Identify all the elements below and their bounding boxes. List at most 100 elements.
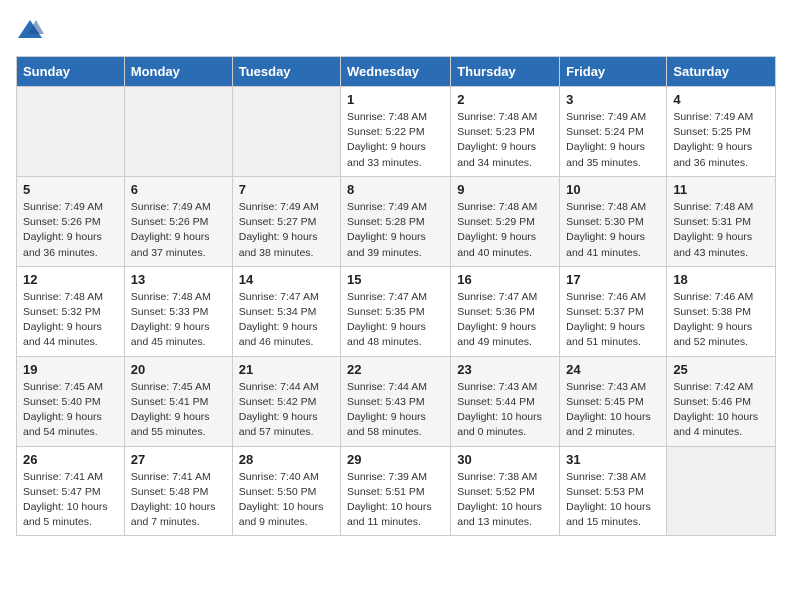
calendar-day-cell: 11 Sunrise: 7:48 AM Sunset: 5:31 PM Dayli… (667, 176, 776, 266)
calendar-day-cell: 5 Sunrise: 7:49 AM Sunset: 5:26 PM Daylig… (17, 176, 125, 266)
day-info: Sunrise: 7:49 AM Sunset: 5:26 PM Dayligh… (23, 200, 118, 261)
day-info: Sunrise: 7:48 AM Sunset: 5:23 PM Dayligh… (457, 110, 553, 171)
day-info: Sunrise: 7:45 AM Sunset: 5:40 PM Dayligh… (23, 380, 118, 441)
day-info: Sunrise: 7:49 AM Sunset: 5:25 PM Dayligh… (673, 110, 769, 171)
calendar-day-cell: 13 Sunrise: 7:48 AM Sunset: 5:33 PM Dayli… (124, 266, 232, 356)
day-number: 9 (457, 182, 553, 197)
weekday-header-cell: Friday (560, 57, 667, 87)
day-number: 27 (131, 452, 226, 467)
logo-icon (16, 16, 44, 44)
day-number: 4 (673, 92, 769, 107)
day-info: Sunrise: 7:38 AM Sunset: 5:52 PM Dayligh… (457, 470, 553, 531)
day-info: Sunrise: 7:49 AM Sunset: 5:24 PM Dayligh… (566, 110, 660, 171)
day-info: Sunrise: 7:45 AM Sunset: 5:41 PM Dayligh… (131, 380, 226, 441)
calendar-day-cell: 12 Sunrise: 7:48 AM Sunset: 5:32 PM Dayli… (17, 266, 125, 356)
day-number: 1 (347, 92, 444, 107)
day-number: 24 (566, 362, 660, 377)
day-number: 26 (23, 452, 118, 467)
calendar-week-row: 12 Sunrise: 7:48 AM Sunset: 5:32 PM Dayli… (17, 266, 776, 356)
day-info: Sunrise: 7:47 AM Sunset: 5:36 PM Dayligh… (457, 290, 553, 351)
day-info: Sunrise: 7:44 AM Sunset: 5:43 PM Dayligh… (347, 380, 444, 441)
calendar-body: 1 Sunrise: 7:48 AM Sunset: 5:22 PM Daylig… (17, 87, 776, 536)
calendar-day-cell: 2 Sunrise: 7:48 AM Sunset: 5:23 PM Daylig… (451, 87, 560, 177)
day-number: 2 (457, 92, 553, 107)
day-info: Sunrise: 7:49 AM Sunset: 5:27 PM Dayligh… (239, 200, 334, 261)
weekday-header-cell: Wednesday (341, 57, 451, 87)
calendar-day-cell: 3 Sunrise: 7:49 AM Sunset: 5:24 PM Daylig… (560, 87, 667, 177)
calendar-day-cell: 18Sunrise: 7:46 AM Sunset: 5:38 PM Dayli… (667, 266, 776, 356)
day-number: 5 (23, 182, 118, 197)
calendar-day-cell: 7 Sunrise: 7:49 AM Sunset: 5:27 PM Daylig… (232, 176, 340, 266)
calendar-day-cell (17, 87, 125, 177)
day-info: Sunrise: 7:43 AM Sunset: 5:45 PM Dayligh… (566, 380, 660, 441)
day-number: 7 (239, 182, 334, 197)
calendar-day-cell (124, 87, 232, 177)
calendar-day-cell: 19 Sunrise: 7:45 AM Sunset: 5:40 PM Dayli… (17, 356, 125, 446)
day-number: 3 (566, 92, 660, 107)
calendar-day-cell: 23 Sunrise: 7:43 AM Sunset: 5:44 PM Dayli… (451, 356, 560, 446)
page-header (16, 16, 776, 44)
calendar-day-cell: 4 Sunrise: 7:49 AM Sunset: 5:25 PM Daylig… (667, 87, 776, 177)
day-info: Sunrise: 7:47 AM Sunset: 5:35 PM Dayligh… (347, 290, 444, 351)
day-number: 13 (131, 272, 226, 287)
calendar-day-cell: 27Sunrise: 7:41 AM Sunset: 5:48 PM Dayli… (124, 446, 232, 536)
day-number: 8 (347, 182, 444, 197)
calendar-day-cell: 29Sunrise: 7:39 AM Sunset: 5:51 PM Dayli… (341, 446, 451, 536)
day-info: Sunrise: 7:49 AM Sunset: 5:26 PM Dayligh… (131, 200, 226, 261)
day-info: Sunrise: 7:48 AM Sunset: 5:22 PM Dayligh… (347, 110, 444, 171)
calendar-day-cell: 10 Sunrise: 7:48 AM Sunset: 5:30 PM Dayli… (560, 176, 667, 266)
weekday-header-cell: Saturday (667, 57, 776, 87)
day-number: 16 (457, 272, 553, 287)
day-info: Sunrise: 7:43 AM Sunset: 5:44 PM Dayligh… (457, 380, 553, 441)
calendar-day-cell: 25 Sunrise: 7:42 AM Sunset: 5:46 PM Dayli… (667, 356, 776, 446)
calendar-week-row: 19 Sunrise: 7:45 AM Sunset: 5:40 PM Dayli… (17, 356, 776, 446)
day-info: Sunrise: 7:41 AM Sunset: 5:47 PM Dayligh… (23, 470, 118, 531)
calendar-day-cell (667, 446, 776, 536)
day-number: 14 (239, 272, 334, 287)
weekday-header-row: SundayMondayTuesdayWednesdayThursdayFrid… (17, 57, 776, 87)
day-number: 25 (673, 362, 769, 377)
calendar-day-cell: 26 Sunrise: 7:41 AM Sunset: 5:47 PM Dayli… (17, 446, 125, 536)
weekday-header-cell: Tuesday (232, 57, 340, 87)
logo (16, 16, 48, 44)
day-info: Sunrise: 7:44 AM Sunset: 5:42 PM Dayligh… (239, 380, 334, 441)
day-info: Sunrise: 7:49 AM Sunset: 5:28 PM Dayligh… (347, 200, 444, 261)
calendar-day-cell: 14Sunrise: 7:47 AM Sunset: 5:34 PM Dayli… (232, 266, 340, 356)
calendar-week-row: 26 Sunrise: 7:41 AM Sunset: 5:47 PM Dayli… (17, 446, 776, 536)
day-info: Sunrise: 7:48 AM Sunset: 5:33 PM Dayligh… (131, 290, 226, 351)
calendar-table: SundayMondayTuesdayWednesdayThursdayFrid… (16, 56, 776, 536)
calendar-week-row: 1 Sunrise: 7:48 AM Sunset: 5:22 PM Daylig… (17, 87, 776, 177)
day-number: 12 (23, 272, 118, 287)
day-number: 6 (131, 182, 226, 197)
day-number: 21 (239, 362, 334, 377)
day-info: Sunrise: 7:48 AM Sunset: 5:32 PM Dayligh… (23, 290, 118, 351)
day-info: Sunrise: 7:48 AM Sunset: 5:29 PM Dayligh… (457, 200, 553, 261)
calendar-day-cell: 30 Sunrise: 7:38 AM Sunset: 5:52 PM Dayli… (451, 446, 560, 536)
weekday-header-cell: Monday (124, 57, 232, 87)
calendar-day-cell: 6 Sunrise: 7:49 AM Sunset: 5:26 PM Daylig… (124, 176, 232, 266)
day-number: 15 (347, 272, 444, 287)
calendar-day-cell: 1 Sunrise: 7:48 AM Sunset: 5:22 PM Daylig… (341, 87, 451, 177)
day-number: 28 (239, 452, 334, 467)
calendar-week-row: 5 Sunrise: 7:49 AM Sunset: 5:26 PM Daylig… (17, 176, 776, 266)
day-number: 20 (131, 362, 226, 377)
day-info: Sunrise: 7:38 AM Sunset: 5:53 PM Dayligh… (566, 470, 660, 531)
day-number: 31 (566, 452, 660, 467)
calendar-day-cell: 16 Sunrise: 7:47 AM Sunset: 5:36 PM Dayli… (451, 266, 560, 356)
day-number: 11 (673, 182, 769, 197)
day-info: Sunrise: 7:48 AM Sunset: 5:31 PM Dayligh… (673, 200, 769, 261)
calendar-day-cell: 17Sunrise: 7:46 AM Sunset: 5:37 PM Dayli… (560, 266, 667, 356)
day-number: 23 (457, 362, 553, 377)
day-info: Sunrise: 7:42 AM Sunset: 5:46 PM Dayligh… (673, 380, 769, 441)
day-number: 30 (457, 452, 553, 467)
day-info: Sunrise: 7:39 AM Sunset: 5:51 PM Dayligh… (347, 470, 444, 531)
day-number: 19 (23, 362, 118, 377)
calendar-day-cell: 9 Sunrise: 7:48 AM Sunset: 5:29 PM Daylig… (451, 176, 560, 266)
day-info: Sunrise: 7:46 AM Sunset: 5:38 PM Dayligh… (673, 290, 769, 351)
day-number: 22 (347, 362, 444, 377)
calendar-day-cell: 21 Sunrise: 7:44 AM Sunset: 5:42 PM Dayli… (232, 356, 340, 446)
calendar-day-cell: 31 Sunrise: 7:38 AM Sunset: 5:53 PM Dayli… (560, 446, 667, 536)
day-number: 10 (566, 182, 660, 197)
day-info: Sunrise: 7:46 AM Sunset: 5:37 PM Dayligh… (566, 290, 660, 351)
day-info: Sunrise: 7:48 AM Sunset: 5:30 PM Dayligh… (566, 200, 660, 261)
